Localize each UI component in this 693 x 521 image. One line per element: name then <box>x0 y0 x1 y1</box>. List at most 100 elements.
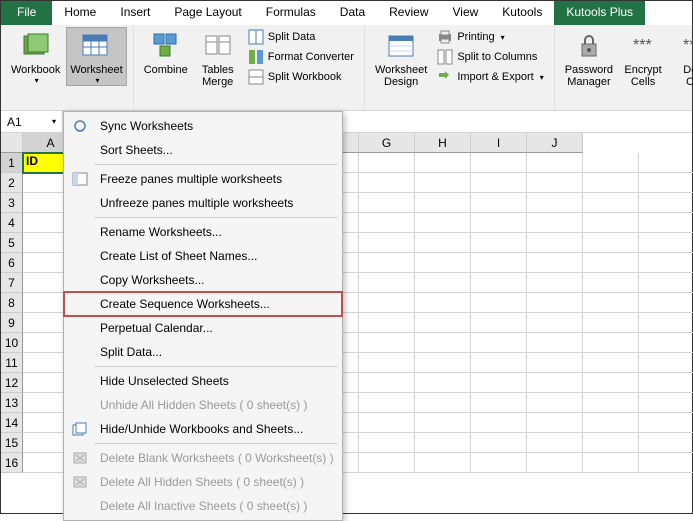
cell[interactable] <box>415 353 471 373</box>
split-data-button[interactable]: Split Data <box>244 27 358 47</box>
printing-button[interactable]: Printing▾ <box>433 27 547 47</box>
tab-kutools[interactable]: Kutools <box>490 1 554 25</box>
cell[interactable] <box>471 173 527 193</box>
cell[interactable] <box>471 153 527 173</box>
cell[interactable] <box>639 273 693 293</box>
menu-perpetual-calendar[interactable]: Perpetual Calendar... <box>64 316 342 340</box>
row-header[interactable]: 3 <box>1 193 23 213</box>
cell[interactable] <box>583 233 639 253</box>
cell[interactable] <box>527 433 583 453</box>
format-converter-button[interactable]: Format Converter <box>244 47 358 67</box>
cell[interactable] <box>471 213 527 233</box>
cell[interactable] <box>415 373 471 393</box>
cell[interactable] <box>471 453 527 473</box>
cell[interactable] <box>639 353 693 373</box>
cell[interactable] <box>527 173 583 193</box>
cell[interactable] <box>415 313 471 333</box>
encrypt-cells-button[interactable]: *** Encrypt Cells <box>619 27 667 88</box>
cell[interactable] <box>583 333 639 353</box>
cell[interactable] <box>639 413 693 433</box>
menu-sync-worksheets[interactable]: Sync Worksheets <box>64 114 342 138</box>
cell[interactable] <box>415 293 471 313</box>
cell[interactable] <box>583 453 639 473</box>
cell[interactable] <box>527 213 583 233</box>
cell[interactable] <box>583 393 639 413</box>
cell[interactable] <box>471 353 527 373</box>
password-manager-button[interactable]: Password Manager <box>561 27 617 88</box>
cell[interactable] <box>359 433 415 453</box>
cell[interactable] <box>639 293 693 313</box>
cell[interactable] <box>639 193 693 213</box>
cell[interactable] <box>359 353 415 373</box>
cell[interactable] <box>415 213 471 233</box>
cell[interactable] <box>583 153 639 173</box>
split-workbook-button[interactable]: Split Workbook <box>244 67 358 87</box>
cell[interactable] <box>639 313 693 333</box>
tab-page-layout[interactable]: Page Layout <box>162 1 253 25</box>
menu-rename-worksheets[interactable]: Rename Worksheets... <box>64 220 342 244</box>
cell[interactable] <box>471 273 527 293</box>
cell[interactable] <box>359 313 415 333</box>
split-columns-button[interactable]: Split to Columns <box>433 47 547 67</box>
import-export-button[interactable]: Import & Export▾ <box>433 67 547 87</box>
cell[interactable] <box>583 353 639 373</box>
row-header[interactable]: 1 <box>1 153 23 173</box>
cell[interactable] <box>583 193 639 213</box>
cell[interactable] <box>471 293 527 313</box>
cell[interactable] <box>359 293 415 313</box>
cell[interactable] <box>639 333 693 353</box>
cell[interactable] <box>471 253 527 273</box>
cell[interactable] <box>583 313 639 333</box>
cell[interactable] <box>527 193 583 213</box>
col-header[interactable]: H <box>415 133 471 153</box>
row-header[interactable]: 9 <box>1 313 23 333</box>
tab-kutools-plus[interactable]: Kutools Plus <box>554 1 645 25</box>
cell[interactable] <box>359 253 415 273</box>
cell[interactable] <box>583 433 639 453</box>
cell[interactable] <box>527 153 583 173</box>
cell[interactable] <box>415 433 471 453</box>
cell[interactable] <box>583 293 639 313</box>
worksheet-button[interactable]: Worksheet ▾ <box>66 27 126 86</box>
cell[interactable] <box>639 453 693 473</box>
cell[interactable] <box>639 173 693 193</box>
cell[interactable] <box>415 253 471 273</box>
cell[interactable] <box>527 313 583 333</box>
tab-home[interactable]: Home <box>52 1 108 25</box>
cell[interactable] <box>527 253 583 273</box>
menu-hide-unselected[interactable]: Hide Unselected Sheets <box>64 369 342 393</box>
cell[interactable] <box>471 393 527 413</box>
menu-split-data[interactable]: Split Data... <box>64 340 342 364</box>
cell[interactable] <box>471 333 527 353</box>
row-header[interactable]: 8 <box>1 293 23 313</box>
decrypt-cells-button[interactable]: ** Dec Ce <box>669 27 693 88</box>
cell[interactable] <box>359 333 415 353</box>
cell[interactable] <box>415 393 471 413</box>
cell[interactable] <box>527 413 583 433</box>
tab-view[interactable]: View <box>441 1 491 25</box>
menu-copy-worksheets[interactable]: Copy Worksheets... <box>64 268 342 292</box>
row-header[interactable]: 2 <box>1 173 23 193</box>
col-header[interactable]: I <box>471 133 527 153</box>
cell[interactable] <box>415 233 471 253</box>
cell[interactable] <box>527 393 583 413</box>
cell[interactable] <box>639 153 693 173</box>
menu-unfreeze-panes[interactable]: Unfreeze panes multiple worksheets <box>64 191 342 215</box>
cell[interactable] <box>639 373 693 393</box>
menu-hide-unhide-workbooks[interactable]: Hide/Unhide Workbooks and Sheets... <box>64 417 342 441</box>
tab-formulas[interactable]: Formulas <box>254 1 328 25</box>
cell[interactable] <box>527 453 583 473</box>
menu-create-list[interactable]: Create List of Sheet Names... <box>64 244 342 268</box>
cell[interactable] <box>359 233 415 253</box>
cell[interactable] <box>527 333 583 353</box>
cell[interactable] <box>471 233 527 253</box>
cell[interactable] <box>583 173 639 193</box>
cell[interactable] <box>471 313 527 333</box>
cell[interactable] <box>359 373 415 393</box>
cell[interactable] <box>583 253 639 273</box>
cell[interactable] <box>415 153 471 173</box>
tab-review[interactable]: Review <box>377 1 440 25</box>
row-header[interactable]: 15 <box>1 433 23 453</box>
cell[interactable] <box>527 293 583 313</box>
name-box[interactable]: A1▾ <box>1 111 63 132</box>
